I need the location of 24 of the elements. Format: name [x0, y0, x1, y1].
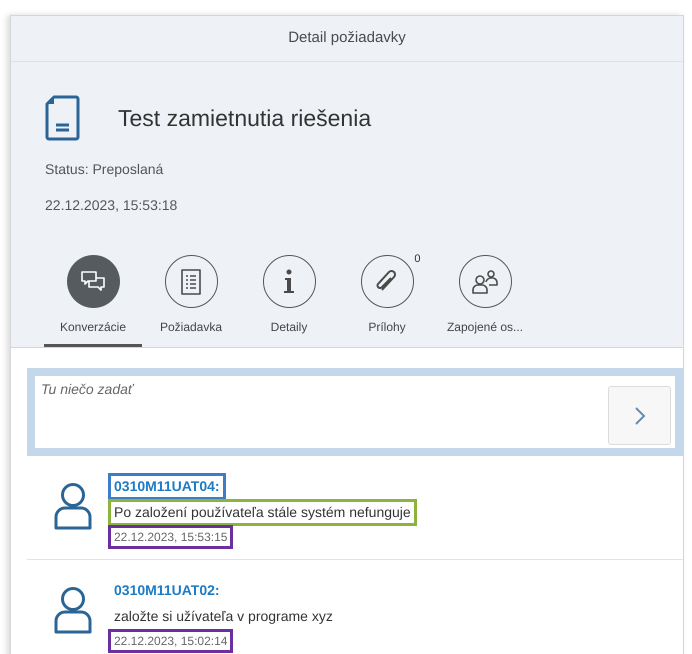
- info-icon: [282, 268, 296, 296]
- icon-tab[interactable]: Zapojené os...: [436, 255, 534, 347]
- user-icon: [53, 586, 93, 634]
- window-title: Detail požiadavky: [288, 28, 406, 48]
- attachment-count: 0: [414, 252, 420, 267]
- message-time: 22.12.2023, 15:53:15: [111, 528, 230, 546]
- people-icon: [470, 268, 500, 296]
- document-icon: [45, 95, 80, 141]
- icon-tab[interactable]: 0 Prílohy: [338, 255, 436, 347]
- date-text: 22.12.2023, 15:53:18: [45, 196, 178, 215]
- author-name: 0310M11UAT02:: [113, 581, 221, 600]
- user-icon: [53, 482, 93, 530]
- chevron-right-icon: [634, 406, 646, 426]
- message-text: založte si užívateľa v programe xyz: [113, 607, 334, 626]
- document-icon: [178, 268, 204, 296]
- message-time: 22.12.2023, 15:02:14: [111, 632, 230, 650]
- icon-tab[interactable]: Požiadavka: [142, 255, 240, 347]
- author-name: 0310M11UAT04:: [111, 476, 223, 497]
- status-text: Status: Preposlaná: [45, 160, 164, 179]
- message-text: Po založení používateľa stále systém nefunguje: [111, 502, 414, 523]
- request-title: Test zamietnutia riešenia: [118, 104, 372, 133]
- send-button[interactable]: [608, 386, 671, 445]
- icon-tab[interactable]: Konverzácie: [44, 255, 142, 347]
- icon-tab[interactable]: Detaily: [240, 255, 338, 347]
